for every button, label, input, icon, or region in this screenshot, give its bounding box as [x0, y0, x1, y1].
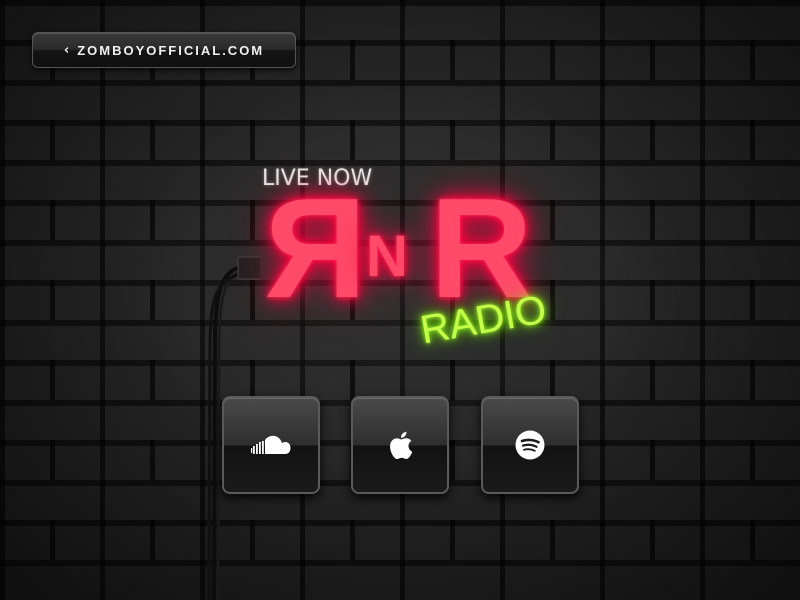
spotify-button[interactable]	[481, 396, 579, 494]
apple-music-button[interactable]	[351, 396, 449, 494]
brick-course	[0, 120, 800, 160]
apple-icon	[390, 431, 413, 460]
soundcloud-icon	[251, 435, 291, 454]
back-to-site-label: ZOMBOYOFFICIAL.COM	[77, 42, 265, 58]
brick-wall-background: ‹ ZOMBOYOFFICIAL.COM LIVE NOW R N R RADI…	[0, 0, 800, 600]
brick-course	[0, 520, 800, 560]
back-to-site-button[interactable]: ‹ ZOMBOYOFFICIAL.COM	[32, 32, 296, 68]
logo-letter-n: N	[366, 224, 408, 289]
chevron-left-icon: ‹	[63, 42, 70, 58]
logo-letter-left-r: R	[264, 169, 367, 328]
spotify-icon	[515, 430, 545, 460]
rnr-radio-neon-logo: R N R RADIO	[262, 169, 552, 382]
soundcloud-button[interactable]	[222, 396, 320, 494]
